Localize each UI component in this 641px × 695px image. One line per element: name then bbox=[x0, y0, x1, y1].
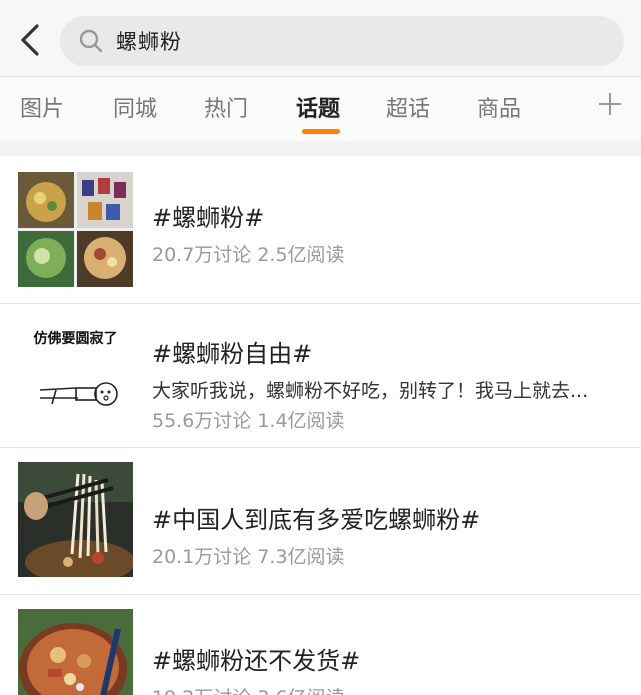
topic-title: #螺蛳粉# bbox=[152, 204, 265, 232]
topic-thumbnail bbox=[18, 609, 133, 695]
topic-stats: 55.6万讨论 1.4亿阅读 bbox=[152, 410, 345, 432]
tab-hot[interactable]: 热门 bbox=[204, 91, 248, 123]
top-bar: 螺蛳粉 bbox=[0, 0, 641, 77]
topic-row[interactable]: 仿佛要圆寂了 #螺蛳粉自由# 大家听我说，螺蛳粉不好吃，别转了！我马上就去...… bbox=[0, 304, 641, 448]
search-icon bbox=[79, 29, 103, 53]
plus-icon[interactable] bbox=[595, 89, 625, 119]
tab-topics[interactable]: 话题 bbox=[296, 91, 340, 123]
topic-title: #中国人到底有多爱吃螺蛳粉# bbox=[152, 506, 481, 534]
search-input[interactable]: 螺蛳粉 bbox=[60, 16, 624, 66]
tab-bar: 图片 同城 热门 话题 超话 商品 bbox=[0, 77, 641, 141]
topic-list: #螺蛳粉# 20.7万讨论 2.5亿阅读 仿佛要圆寂了 #螺蛳粉自由# 大家听我… bbox=[0, 156, 641, 695]
search-query-text: 螺蛳粉 bbox=[116, 30, 182, 54]
chevron-left-icon bbox=[21, 24, 39, 56]
topic-description: 大家听我说，螺蛳粉不好吃，别转了！我马上就去... bbox=[152, 380, 589, 402]
tab-goods[interactable]: 商品 bbox=[477, 91, 521, 123]
topic-stats: 19.2万讨论 3.6亿阅读 bbox=[152, 683, 345, 695]
noodles-chopsticks-image bbox=[18, 462, 133, 577]
active-tab-indicator bbox=[302, 129, 340, 134]
tab-super-topics[interactable]: 超话 bbox=[386, 91, 430, 123]
topic-title: #螺蛳粉自由# bbox=[152, 340, 313, 368]
lying-figure-drawing bbox=[39, 382, 118, 406]
app-root: 螺蛳粉 图片 同城 热门 话题 超话 商品 #螺蛳粉# 20.7万讨论 2.5亿… bbox=[0, 0, 641, 695]
topic-row[interactable]: #螺蛳粉# 20.7万讨论 2.5亿阅读 bbox=[0, 156, 641, 304]
topic-title: #螺蛳粉还不发货# bbox=[152, 647, 361, 675]
topic-stats: 20.7万讨论 2.5亿阅读 bbox=[152, 244, 345, 266]
topic-thumbnail bbox=[18, 462, 133, 577]
topic-stats: 20.1万讨论 7.3亿阅读 bbox=[152, 546, 345, 568]
topic-row[interactable]: #螺蛳粉还不发货# 19.2万讨论 3.6亿阅读 bbox=[0, 595, 641, 695]
topic-row[interactable]: #中国人到底有多爱吃螺蛳粉# 20.1万讨论 7.3亿阅读 bbox=[0, 448, 641, 595]
topic-thumbnail bbox=[18, 172, 133, 287]
topic-thumbnail: 仿佛要圆寂了 bbox=[18, 318, 133, 433]
noodle-bowl-image bbox=[18, 609, 133, 695]
tab-images[interactable]: 图片 bbox=[20, 91, 64, 123]
tab-local[interactable]: 同城 bbox=[113, 91, 157, 123]
food-collage-image bbox=[18, 172, 133, 287]
back-button[interactable] bbox=[14, 20, 46, 60]
